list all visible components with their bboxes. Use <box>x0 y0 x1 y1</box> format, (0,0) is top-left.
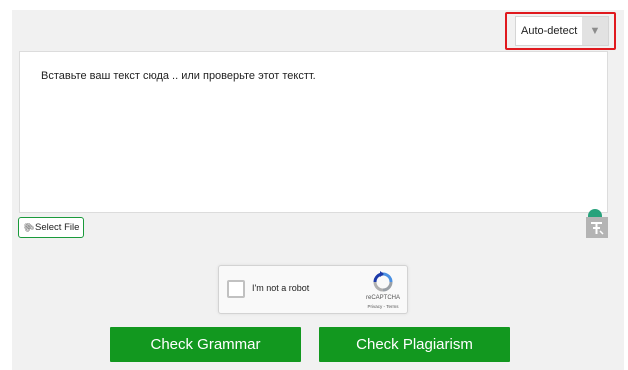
status-indicator-icon <box>588 209 602 217</box>
triangle-down-icon[interactable]: ▼ <box>582 17 608 45</box>
recaptcha-checkbox[interactable] <box>227 280 245 298</box>
language-select[interactable]: Auto-detect ▼ <box>515 16 609 46</box>
paperclip-icon: 🖇 <box>20 219 36 235</box>
text-format-icon[interactable] <box>586 217 608 238</box>
recaptcha-logo-icon <box>373 271 393 292</box>
recaptcha-label: I'm not a robot <box>252 283 310 293</box>
text-editor[interactable]: Вставьте ваш текст сюда .. или проверьте… <box>19 51 608 213</box>
select-file-label: Select File <box>35 222 80 233</box>
language-select-value: Auto-detect <box>521 25 578 37</box>
editor-text[interactable]: Вставьте ваш текст сюда .. или проверьте… <box>41 70 316 82</box>
recaptcha-widget: I'm not a robot reCAPTCHA Privacy - Term… <box>218 265 408 314</box>
recaptcha-brand: reCAPTCHA <box>365 295 400 301</box>
check-plagiarism-button[interactable]: Check Plagiarism <box>319 327 510 362</box>
recaptcha-privacy-terms[interactable]: Privacy - Terms <box>356 304 410 309</box>
select-file-button[interactable]: 🖇 Select File <box>18 217 84 238</box>
check-grammar-button[interactable]: Check Grammar <box>110 327 301 362</box>
